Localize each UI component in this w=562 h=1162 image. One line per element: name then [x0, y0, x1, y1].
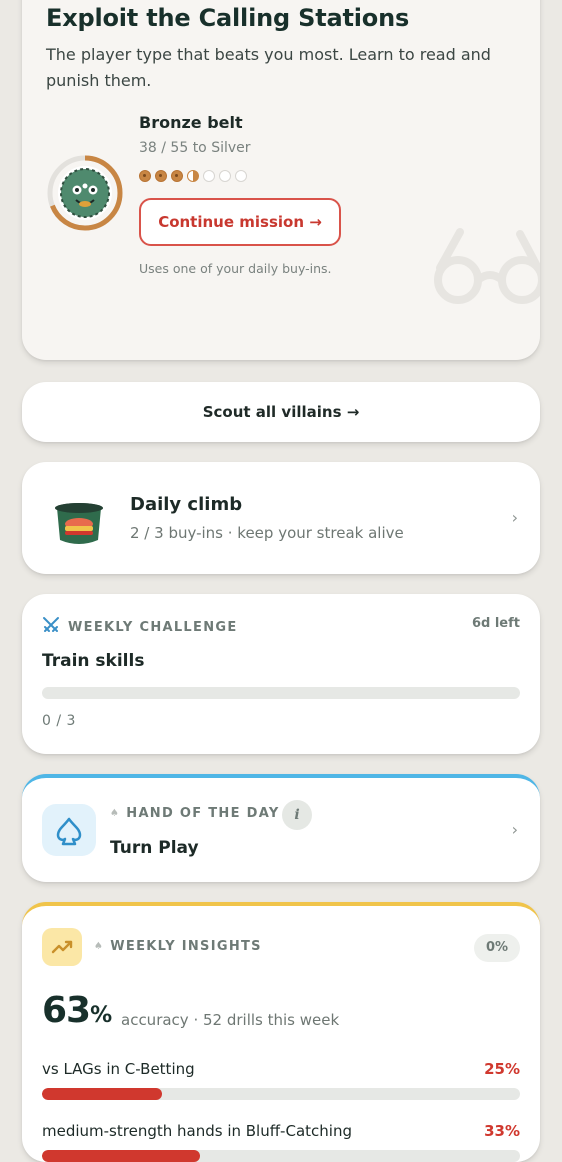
- villain-avatar: [46, 154, 124, 232]
- weekly-challenge-label: WEEKLY CHALLENGE: [68, 619, 238, 635]
- hand-of-the-day-card[interactable]: ♠ HAND OF THE DAY i Turn Play ›: [22, 774, 540, 882]
- belt-pip-half: [187, 170, 199, 182]
- belt-pip-empty: [219, 170, 231, 182]
- belt-pip-empty: [235, 170, 247, 182]
- insight-label: medium-strength hands in Bluff-Catching: [42, 1122, 352, 1140]
- belt-pip-full: [155, 170, 167, 182]
- insight-bar-fill: [42, 1088, 162, 1100]
- trending-up-icon: [42, 928, 82, 966]
- chevron-right-icon: ›: [511, 508, 518, 527]
- mission-description: The player type that beats you most. Lea…: [46, 45, 491, 90]
- continue-mission-button[interactable]: Continue mission →: [139, 198, 341, 246]
- weekly-challenge-count: 0 / 3: [42, 713, 76, 729]
- spade-icon: [42, 804, 96, 856]
- weekly-challenge-progress-bar: [42, 687, 520, 699]
- daily-climb-subtitle: 2 / 3 buy-ins · keep your streak alive: [130, 524, 404, 542]
- scout-villains-label: Scout all villains →: [202, 403, 360, 421]
- accuracy-figure: 63%: [42, 990, 112, 1031]
- buy-in-note: Uses one of your daily buy-ins.: [139, 261, 332, 276]
- mission-card: Exploit the Calling Stations The player …: [22, 0, 540, 360]
- hand-of-the-day-header: ♠ HAND OF THE DAY: [110, 806, 280, 821]
- insight-value: 33%: [484, 1122, 520, 1140]
- scout-villains-button[interactable]: Scout all villains →: [22, 382, 540, 442]
- weekly-challenge-card[interactable]: WEEKLY CHALLENGE 6d left Train skills 0 …: [22, 594, 540, 754]
- crossed-swords-icon: [42, 616, 60, 638]
- accuracy-unit: %: [90, 1003, 112, 1028]
- insight-row: medium-strength hands in Bluff-Catching …: [42, 1122, 520, 1140]
- belt-label: Bronze belt: [139, 113, 243, 132]
- glasses-icon: [420, 228, 540, 332]
- insight-bar: [42, 1150, 520, 1162]
- belt-pip-full: [171, 170, 183, 182]
- chip-stack-icon: [52, 502, 106, 550]
- weekly-challenge-title: Train skills: [42, 651, 145, 671]
- weekly-insights-header: ♠ WEEKLY INSIGHTS: [94, 939, 262, 954]
- daily-climb-card[interactable]: Daily climb 2 / 3 buy-ins · keep your st…: [22, 462, 540, 574]
- accuracy-value: 63: [42, 990, 91, 1031]
- chevron-right-icon: ›: [511, 820, 518, 839]
- daily-climb-title: Daily climb: [130, 494, 243, 515]
- insight-bar: [42, 1088, 520, 1100]
- weekly-insights-badge: 0%: [474, 934, 520, 962]
- belt-progress-pips: [139, 170, 247, 186]
- weekly-insights-label: WEEKLY INSIGHTS: [110, 939, 262, 954]
- belt-pip-empty: [203, 170, 215, 182]
- weekly-insights-card: ♠ WEEKLY INSIGHTS 0% 63% accuracy · 52 d…: [22, 902, 540, 1162]
- hand-of-the-day-label: HAND OF THE DAY: [126, 806, 280, 821]
- belt-progress-text: 38 / 55 to Silver: [139, 140, 251, 156]
- insight-row: vs LAGs in C-Betting 25%: [42, 1060, 520, 1078]
- belt-pip-full: [139, 170, 151, 182]
- info-icon[interactable]: i: [282, 800, 312, 830]
- insight-label: vs LAGs in C-Betting: [42, 1060, 195, 1078]
- time-left: 6d left: [471, 616, 520, 631]
- insight-value: 25%: [484, 1060, 520, 1078]
- hand-of-the-day-title: Turn Play: [110, 838, 199, 858]
- insight-bar-fill: [42, 1150, 200, 1162]
- weekly-challenge-header: WEEKLY CHALLENGE: [42, 616, 238, 638]
- spade-suit-icon: ♠: [94, 941, 105, 952]
- mission-title: Exploit the Calling Stations: [46, 4, 410, 32]
- accuracy-subtitle: accuracy · 52 drills this week: [121, 1011, 340, 1029]
- spade-suit-icon: ♠: [110, 808, 121, 819]
